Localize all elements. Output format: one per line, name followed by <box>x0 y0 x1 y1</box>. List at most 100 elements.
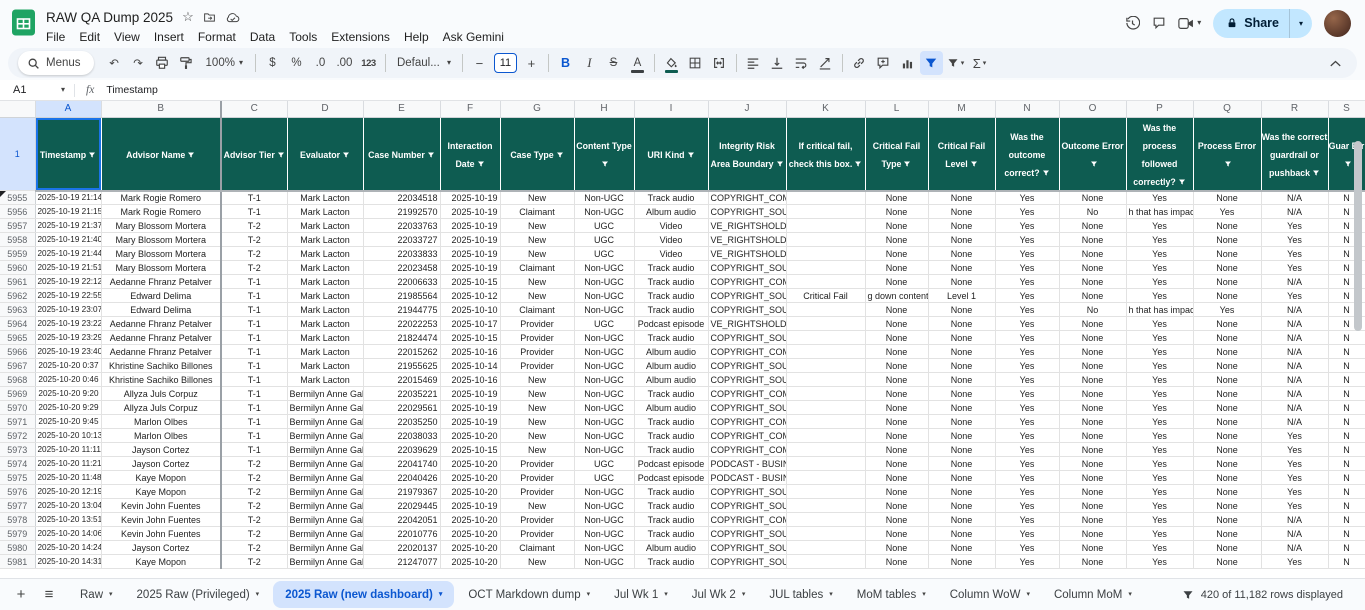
cell-O5971[interactable]: None <box>1059 415 1126 429</box>
cell-R5972[interactable]: Yes <box>1261 429 1328 443</box>
strikethrough-button[interactable]: S <box>602 51 625 75</box>
header-cell-L1[interactable]: Critical Fail Type <box>865 117 928 191</box>
column-header-G[interactable]: G <box>500 101 574 117</box>
cell-G5957[interactable]: New <box>500 219 574 233</box>
font-select[interactable]: Defaul... ▾ <box>391 51 457 75</box>
cell-K5957[interactable] <box>786 219 865 233</box>
filter-button[interactable] <box>920 51 943 75</box>
cell-Q5957[interactable]: None <box>1193 219 1261 233</box>
cell-D5970[interactable]: Bermilyn Anne Galera <box>287 401 363 415</box>
cell-A5975[interactable]: 2025-10-20 11:48 <box>35 471 101 485</box>
row-header-5981[interactable]: 5981 <box>0 555 35 569</box>
cell-I5957[interactable]: Video <box>634 219 708 233</box>
cell-M5969[interactable]: None <box>928 387 995 401</box>
cell-P5982[interactable]: Yes <box>1126 569 1193 570</box>
cell-D5961[interactable]: Mark Lacton <box>287 275 363 289</box>
header-cell-O1[interactable]: Outcome Error <box>1059 117 1126 191</box>
cell-P5971[interactable]: Yes <box>1126 415 1193 429</box>
cell-P5970[interactable]: Yes <box>1126 401 1193 415</box>
sheet-tab-column-wow[interactable]: Column WoW▾ <box>938 579 1042 610</box>
row-header-5980[interactable]: 5980 <box>0 541 35 555</box>
cell-I5963[interactable]: Track audio <box>634 303 708 317</box>
meet-button[interactable]: ▾ <box>1178 17 1201 30</box>
cell-P5978[interactable]: Yes <box>1126 513 1193 527</box>
cell-O5977[interactable]: None <box>1059 499 1126 513</box>
cell-K5969[interactable] <box>786 387 865 401</box>
cell-H5962[interactable]: Non-UGC <box>574 289 634 303</box>
cell-R5955[interactable]: N/A <box>1261 191 1328 205</box>
cell-I5958[interactable]: Video <box>634 233 708 247</box>
undo-button[interactable]: ↶ <box>103 51 126 75</box>
cell-K5959[interactable] <box>786 247 865 261</box>
star-icon[interactable]: ☆ <box>182 9 194 25</box>
cell-H5966[interactable]: Non-UGC <box>574 345 634 359</box>
name-box[interactable]: A1 ▾ <box>0 84 74 96</box>
cell-P5980[interactable]: Yes <box>1126 541 1193 555</box>
sheet-tab-2025-raw-new-dashboard[interactable]: 2025 Raw (new dashboard)▾ <box>273 581 454 608</box>
row-header-5971[interactable]: 5971 <box>0 415 35 429</box>
row-header-5970[interactable]: 5970 <box>0 401 35 415</box>
cell-M5968[interactable]: None <box>928 373 995 387</box>
cell-Q5971[interactable]: None <box>1193 415 1261 429</box>
filter-icon[interactable] <box>601 160 609 168</box>
cell-D5956[interactable]: Mark Lacton <box>287 205 363 219</box>
cell-K5968[interactable] <box>786 373 865 387</box>
cell-H5971[interactable]: Non-UGC <box>574 415 634 429</box>
cell-J5969[interactable]: COPYRIGHT_COMPOSITION <box>708 387 786 401</box>
row-header-5961[interactable]: 5961 <box>0 275 35 289</box>
cell-K5976[interactable] <box>786 485 865 499</box>
sheet-tab-2025-raw-privileged[interactable]: 2025 Raw (Privileged)▾ <box>125 579 272 610</box>
cell-F5973[interactable]: 2025-10-15 <box>440 443 500 457</box>
cell-A5977[interactable]: 2025-10-20 13:04 <box>35 499 101 513</box>
select-all-corner[interactable] <box>0 101 35 117</box>
sheet-tab-jul-tables[interactable]: JUL tables▾ <box>757 579 844 610</box>
cell-K5967[interactable] <box>786 359 865 373</box>
cell-D5960[interactable]: Mark Lacton <box>287 261 363 275</box>
cell-K5961[interactable] <box>786 275 865 289</box>
cell-B5982[interactable]: Khristine Sachiko Billones <box>101 569 221 570</box>
sheets-logo-icon[interactable] <box>10 9 37 36</box>
cell-G5974[interactable]: Provider <box>500 457 574 471</box>
cell-D5964[interactable]: Mark Lacton <box>287 317 363 331</box>
cell-H5977[interactable]: Non-UGC <box>574 499 634 513</box>
cell-I5979[interactable]: Track audio <box>634 527 708 541</box>
avatar[interactable] <box>1324 10 1351 37</box>
cell-L5969[interactable]: None <box>865 387 928 401</box>
cell-A5970[interactable]: 2025-10-20 9:29 <box>35 401 101 415</box>
cell-H5963[interactable]: Non-UGC <box>574 303 634 317</box>
bold-button[interactable]: B <box>554 51 577 75</box>
cell-B5959[interactable]: Mary Blossom Mortera <box>101 247 221 261</box>
borders-button[interactable] <box>684 51 707 75</box>
cell-C5956[interactable]: T-1 <box>221 205 287 219</box>
cell-F5980[interactable]: 2025-10-20 <box>440 541 500 555</box>
share-dropdown-button[interactable]: ▾ <box>1289 9 1312 38</box>
row-header-5978[interactable]: 5978 <box>0 513 35 527</box>
cell-O5962[interactable]: None <box>1059 289 1126 303</box>
cell-E5962[interactable]: 21985564 <box>363 289 440 303</box>
cell-C5975[interactable]: T-2 <box>221 471 287 485</box>
header-cell-F1[interactable]: Interaction Date <box>440 117 500 191</box>
cell-D5965[interactable]: Mark Lacton <box>287 331 363 345</box>
cell-H5970[interactable]: Non-UGC <box>574 401 634 415</box>
cell-O5976[interactable]: None <box>1059 485 1126 499</box>
cell-M5982[interactable]: None <box>928 569 995 570</box>
cell-G5969[interactable]: New <box>500 387 574 401</box>
cell-G5982[interactable]: Provider <box>500 569 574 570</box>
cell-N5955[interactable]: Yes <box>995 191 1059 205</box>
cell-R5981[interactable]: Yes <box>1261 555 1328 569</box>
cell-M5981[interactable]: None <box>928 555 995 569</box>
cell-P5973[interactable]: Yes <box>1126 443 1193 457</box>
row-header-5959[interactable]: 5959 <box>0 247 35 261</box>
cell-O5980[interactable]: None <box>1059 541 1126 555</box>
cell-G5979[interactable]: Provider <box>500 527 574 541</box>
cell-N5966[interactable]: Yes <box>995 345 1059 359</box>
menu-tools[interactable]: Tools <box>282 29 324 45</box>
cell-B5981[interactable]: Kaye Mopon <box>101 555 221 569</box>
cell-J5956[interactable]: COPYRIGHT_SOUND_RECORDING <box>708 205 786 219</box>
cell-F5959[interactable]: 2025-10-19 <box>440 247 500 261</box>
cell-A5967[interactable]: 2025-10-20 0:37 <box>35 359 101 373</box>
cell-E5974[interactable]: 22041740 <box>363 457 440 471</box>
cell-F5964[interactable]: 2025-10-17 <box>440 317 500 331</box>
cell-H5972[interactable]: Non-UGC <box>574 429 634 443</box>
cell-E5975[interactable]: 22040426 <box>363 471 440 485</box>
